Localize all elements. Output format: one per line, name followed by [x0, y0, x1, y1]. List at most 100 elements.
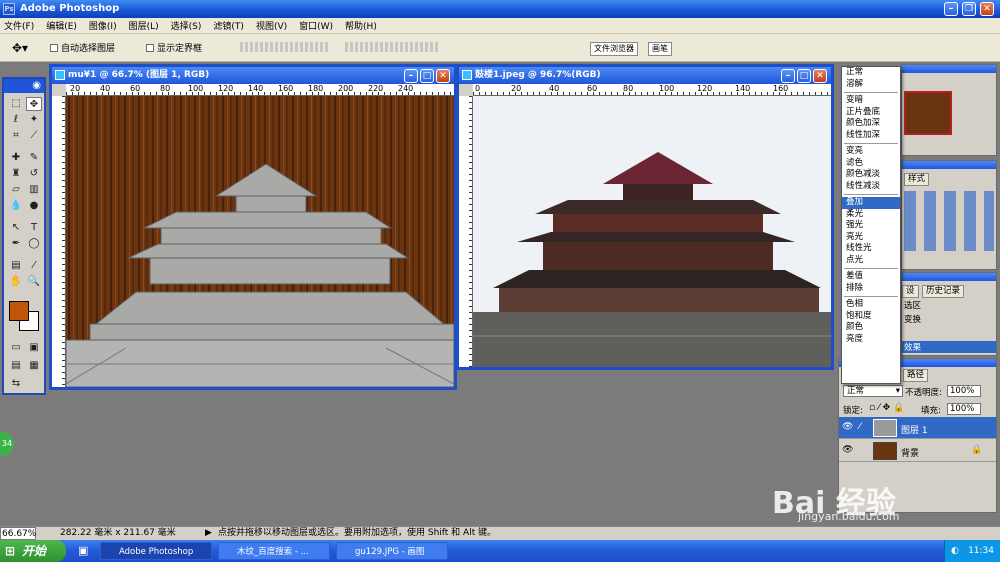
quicklaunch-icon[interactable]: ▣: [78, 544, 88, 557]
menu-select[interactable]: 选择(S): [171, 19, 202, 32]
menu-view[interactable]: 视图(V): [256, 19, 287, 32]
set-tab[interactable]: 设: [902, 285, 919, 298]
doc2-maximize-icon[interactable]: □: [797, 69, 811, 83]
blend-pin-light[interactable]: 点光: [842, 255, 900, 267]
doc1-minimize-icon[interactable]: –: [404, 69, 418, 83]
brush-tab[interactable]: 画笔: [648, 42, 672, 56]
styles-tab[interactable]: 样式: [904, 173, 930, 186]
shape-tool-icon[interactable]: ◯: [26, 237, 42, 251]
slice-tool-icon[interactable]: ⟋: [26, 129, 42, 143]
brush-tool-icon[interactable]: ✎: [26, 151, 42, 165]
blend-dissolve[interactable]: 溶解: [842, 79, 900, 91]
fullscreen-mode-icon[interactable]: ▦: [26, 359, 42, 373]
path-select-icon[interactable]: ↖: [8, 221, 24, 235]
type-tool-icon[interactable]: T: [26, 221, 42, 235]
blend-difference[interactable]: 差值: [842, 271, 900, 283]
file-browser-tab[interactable]: 文件浏览器: [590, 42, 638, 56]
healing-brush-icon[interactable]: ✚: [8, 151, 24, 165]
blend-vivid-light[interactable]: 亮光: [842, 232, 900, 244]
close-icon[interactable]: ✕: [980, 2, 994, 16]
lock-icons[interactable]: ▫⁄✥🔒: [869, 403, 907, 413]
magic-wand-icon[interactable]: ✦: [26, 113, 42, 127]
menu-filter[interactable]: 滤镜(T): [213, 19, 244, 32]
menu-file[interactable]: 文件(F): [4, 19, 34, 32]
standard-mode-icon[interactable]: ▭: [8, 341, 24, 355]
restore-icon[interactable]: ❐: [962, 2, 976, 16]
zoom-tool-icon[interactable]: 🔍: [26, 275, 42, 289]
gradient-tool-icon[interactable]: ▥: [26, 183, 42, 197]
show-bounds-checkbox[interactable]: 显示定界框: [146, 41, 202, 54]
blend-hue[interactable]: 色相: [842, 299, 900, 311]
opacity-input[interactable]: 100%: [947, 385, 981, 397]
layer-row-background[interactable]: 👁 背景 🔒: [839, 440, 996, 462]
menu-help[interactable]: 帮助(H): [345, 19, 377, 32]
blend-soft-light[interactable]: 柔光: [842, 209, 900, 221]
blend-darken[interactable]: 变暗: [842, 95, 900, 107]
marquee-tool-icon[interactable]: ⬚: [8, 97, 24, 111]
hand-tool-icon[interactable]: ✋: [8, 275, 24, 289]
menu-edit[interactable]: 编辑(E): [46, 19, 77, 32]
doc1-maximize-icon[interactable]: □: [420, 69, 434, 83]
visibility-eye-icon[interactable]: 👁: [842, 422, 853, 432]
history-item-transform[interactable]: 变换: [904, 313, 921, 325]
blend-saturation[interactable]: 饱和度: [842, 311, 900, 323]
blend-normal[interactable]: 正常: [842, 67, 900, 79]
blur-tool-icon[interactable]: 💧: [8, 199, 24, 213]
menu-image[interactable]: 图像(I): [89, 19, 117, 32]
history-item-selection[interactable]: 选区: [904, 299, 921, 311]
blend-overlay[interactable]: 叠加: [842, 197, 900, 209]
fill-input[interactable]: 100%: [947, 403, 981, 415]
menu-layer[interactable]: 图层(L): [129, 19, 159, 32]
start-button[interactable]: ⊞ 开始: [0, 540, 66, 562]
blend-mode-select[interactable]: 正常 ▾: [843, 385, 903, 397]
speaker-icon[interactable]: ◐: [951, 540, 959, 562]
task-paint[interactable]: gu129.JPG - 画图: [336, 542, 448, 560]
blend-color-burn[interactable]: 颜色加深: [842, 118, 900, 130]
zoom-input[interactable]: 66.67%: [0, 527, 36, 540]
blend-hard-light[interactable]: 强光: [842, 220, 900, 232]
notes-tool-icon[interactable]: ▤: [8, 259, 24, 273]
paths-tab[interactable]: 路径: [903, 369, 929, 382]
blend-linear-dodge[interactable]: 线性减淡: [842, 181, 900, 193]
blend-linear-burn[interactable]: 线性加深: [842, 130, 900, 142]
auto-select-checkbox[interactable]: 自动选择图层: [50, 41, 115, 54]
side-badge[interactable]: 34: [0, 432, 14, 456]
move-tool-icon[interactable]: ✥: [26, 97, 42, 111]
blend-screen[interactable]: 滤色: [842, 158, 900, 170]
blend-mode-dropdown[interactable]: 正常 溶解 变暗 正片叠底 颜色加深 线性加深 变亮 滤色 颜色减淡 线性减淡 …: [841, 66, 901, 384]
blend-color[interactable]: 颜色: [842, 322, 900, 334]
doc2-canvas[interactable]: [473, 96, 831, 367]
move-tool-icon[interactable]: ✥▾: [12, 41, 28, 55]
foreground-color-swatch[interactable]: [9, 301, 29, 321]
history-brush-icon[interactable]: ↺: [26, 167, 42, 181]
quick-mask-icon[interactable]: ▣: [26, 341, 42, 355]
doc1-close-icon[interactable]: ✕: [436, 69, 450, 83]
minimize-icon[interactable]: –: [944, 2, 958, 16]
doc2-minimize-icon[interactable]: –: [781, 69, 795, 83]
task-browser[interactable]: 木纹_百度搜索 - ...: [218, 542, 330, 560]
layer-row-layer1[interactable]: 👁 ⁄ 图层 1: [839, 417, 996, 439]
dodge-tool-icon[interactable]: ●: [26, 199, 42, 213]
visibility-eye-icon[interactable]: 👁: [842, 445, 853, 455]
doc2-close-icon[interactable]: ✕: [813, 69, 827, 83]
blend-lighten[interactable]: 变亮: [842, 146, 900, 158]
history-tab[interactable]: 历史记录: [922, 285, 965, 298]
screen-mode-icon[interactable]: ▤: [8, 359, 24, 373]
style-swatches[interactable]: [904, 191, 994, 251]
doc1-canvas[interactable]: [66, 96, 454, 387]
eyedropper-icon[interactable]: ⁄: [26, 259, 42, 273]
task-photoshop[interactable]: Adobe Photoshop: [100, 542, 212, 560]
clone-stamp-icon[interactable]: ♜: [8, 167, 24, 181]
imageready-icon[interactable]: ⇆: [8, 377, 24, 391]
blend-linear-light[interactable]: 线性光: [842, 243, 900, 255]
crop-tool-icon[interactable]: ⌗: [8, 129, 24, 143]
lasso-tool-icon[interactable]: ℓ: [8, 113, 24, 127]
blend-multiply[interactable]: 正片叠底: [842, 107, 900, 119]
blend-exclusion[interactable]: 排除: [842, 283, 900, 295]
blend-luminosity[interactable]: 亮度: [842, 334, 900, 346]
history-item-effect[interactable]: 效果: [902, 341, 996, 353]
menu-window[interactable]: 窗口(W): [299, 19, 333, 32]
blend-color-dodge[interactable]: 颜色减淡: [842, 169, 900, 181]
pen-tool-icon[interactable]: ✒: [8, 237, 24, 251]
eraser-tool-icon[interactable]: ▱: [8, 183, 24, 197]
